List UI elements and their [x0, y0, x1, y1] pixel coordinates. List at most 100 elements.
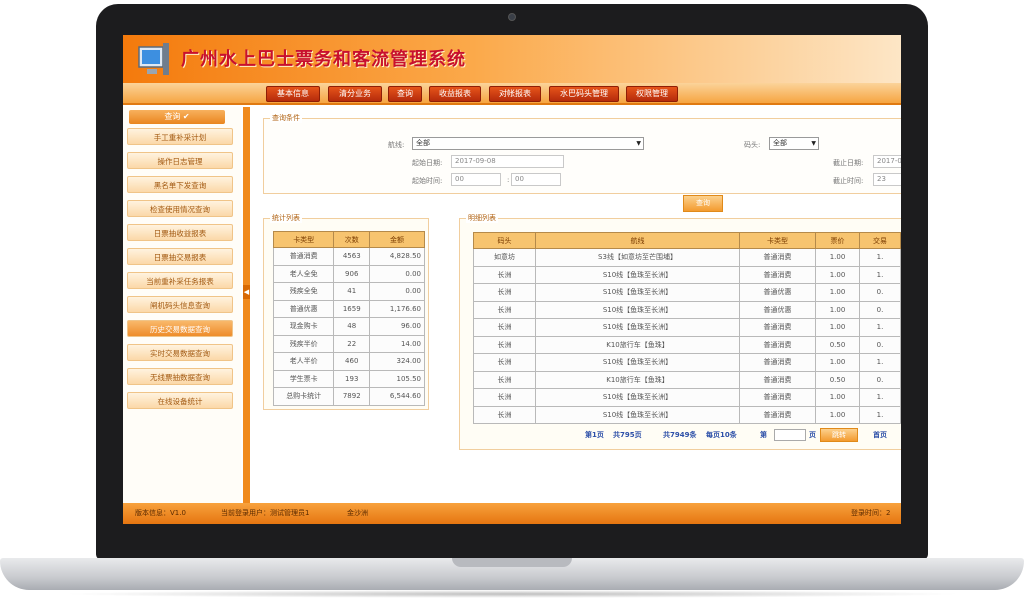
sidebar-item-realtime-transactions[interactable]: 实时交易数据查询 [127, 344, 233, 361]
first-page-link[interactable]: 首页 [873, 430, 887, 440]
app-header: 广州水上巴士票务和客流管理系统 [123, 35, 901, 83]
table-row[interactable]: 长洲 S10线【鱼珠至长洲】 普通消费 1.00 1. [473, 388, 901, 407]
route-select[interactable]: 全部 ▼ [412, 137, 644, 150]
sidebar-item-operation-log[interactable]: 操作日志管理 [127, 152, 233, 169]
table-row[interactable]: 长洲 S10线【鱼珠至长洲】 普通消费 1.00 1. [473, 405, 901, 424]
sidebar-header[interactable]: 查询 ✔ [129, 110, 225, 124]
sidebar: 查询 ✔ 手工重补采计划 操作日志管理 黑名单下发查询 检查使用情况查询 日票抽… [123, 107, 241, 503]
go-page-button[interactable]: 跳转 [820, 428, 858, 442]
table-row[interactable]: 总购卡统计 7892 6,544.60 [272, 387, 425, 406]
table-row[interactable]: 长洲 S10线【鱼珠至长洲】 普通消费 1.00 1. [473, 353, 901, 372]
query-button[interactable]: 查询 [683, 195, 723, 212]
table-cell: 长洲 [473, 335, 536, 354]
table-row[interactable]: 普通优惠 1659 1,176.60 [272, 299, 425, 318]
table-cell: 长洲 [473, 265, 536, 284]
nav-query[interactable]: 查询 [388, 86, 422, 102]
sidebar-item-gate-pier-info[interactable]: 闸机码头信息查询 [127, 296, 233, 313]
table-cell: 48 [333, 317, 371, 336]
table-cell: 1.00 [815, 318, 860, 337]
table-cell: 普通消费 [272, 247, 335, 266]
table-cell: 1. [859, 405, 901, 424]
pier-select-value: 全部 [773, 139, 787, 147]
pager-total-records: 共7949条 [663, 431, 697, 439]
table-cell: 0.50 [815, 370, 860, 389]
sidebar-item-history-transactions[interactable]: 历史交易数据查询 [127, 320, 233, 337]
table-row[interactable]: 残疾全免 41 0.00 [272, 282, 425, 301]
table-cell: 学生票卡 [272, 369, 335, 388]
nav-permission-management[interactable]: 权限管理 [626, 86, 678, 102]
pier-select[interactable]: 全部 ▼ [769, 137, 819, 150]
nav-reconciliation-report[interactable]: 对帐报表 [489, 86, 541, 102]
table-cell: 长洲 [473, 318, 536, 337]
table-cell: 普通消费 [739, 370, 816, 389]
table-cell: 22 [333, 334, 371, 353]
table-row[interactable]: 长洲 S10线【鱼珠至长洲】 普通消费 1.00 1. [473, 318, 901, 337]
sidebar-item-blacklist[interactable]: 黑名单下发查询 [127, 176, 233, 193]
end-hour-field[interactable]: 23 [873, 173, 901, 186]
page-number-input[interactable] [774, 429, 806, 441]
table-cell: 普通优惠 [739, 300, 816, 319]
status-login-time: 登录时间：2 [851, 509, 891, 517]
table-row[interactable]: 长洲 S10线【鱼珠至长洲】 普通消费 1.00 1. [473, 265, 901, 284]
sidebar-item-daily-revenue[interactable]: 日票抽收益报表 [127, 224, 233, 241]
query-panel: 查询条件 航线: 全部 ▼ 码头: 全部 ▼ 起始日期: 2017-09-08 … [263, 113, 901, 194]
table-cell: 0.50 [815, 335, 860, 354]
sidebar-item-recollect-task[interactable]: 当前重补采任务报表 [127, 272, 233, 289]
table-cell: 普通消费 [739, 248, 816, 267]
table-cell: 老人半价 [272, 352, 335, 371]
end-date-field[interactable]: 2017-0 [873, 155, 901, 168]
detail-header-card-type: 卡类型 [739, 232, 816, 249]
table-cell: 现金购卡 [272, 317, 335, 336]
table-cell: 长洲 [473, 283, 536, 302]
sidebar-header-label: 查询 [164, 112, 181, 121]
table-row[interactable]: 老人全免 906 0.00 [272, 264, 425, 283]
table-cell: 老人全免 [272, 264, 335, 283]
detail-legend: 明细列表 [466, 213, 498, 223]
table-row[interactable]: 老人半价 460 324.00 [272, 352, 425, 371]
table-row[interactable]: 如意坊 S3线【如意坊至芒围埔】 普通消费 1.00 1. [473, 248, 901, 267]
table-row[interactable]: 学生票卡 193 105.50 [272, 369, 425, 388]
table-row[interactable]: 长洲 K10旅行车【鱼珠】 普通消费 0.50 0. [473, 370, 901, 389]
nav-revenue-report[interactable]: 收益报表 [429, 86, 481, 102]
table-cell: 普通优惠 [739, 283, 816, 302]
table-cell: 长洲 [473, 388, 536, 407]
table-cell: 105.50 [369, 369, 425, 388]
sidebar-item-manual-recollect[interactable]: 手工重补采计划 [127, 128, 233, 145]
stats-header-card-type: 卡类型 [272, 231, 335, 248]
sidebar-item-daily-transaction[interactable]: 日票抽交易报表 [127, 248, 233, 265]
table-cell: 长洲 [473, 405, 536, 424]
table-cell: 6,544.60 [369, 387, 425, 406]
collapse-arrow-icon[interactable]: ◀ [243, 285, 250, 299]
pager-goto-label: 第 [760, 431, 767, 439]
start-date-field[interactable]: 2017-09-08 [451, 155, 564, 168]
nav-pier-management[interactable]: 水巴码头管理 [549, 86, 619, 102]
laptop-notch [452, 558, 572, 567]
detail-header-route: 航线 [535, 232, 740, 249]
table-row[interactable]: 残疾半价 22 14.00 [272, 334, 425, 353]
dropdown-arrow-icon: ▼ [811, 140, 816, 147]
detail-header-transaction: 交易 [859, 232, 901, 249]
app-title: 广州水上巴士票务和客流管理系统 [181, 49, 466, 70]
table-cell: 1.00 [815, 283, 860, 302]
table-cell: 0. [859, 335, 901, 354]
table-cell: 96.00 [369, 317, 425, 336]
start-hour-field[interactable]: 00 [451, 173, 501, 186]
nav-basic-info[interactable]: 基本信息 [266, 86, 320, 102]
table-row[interactable]: 现金购卡 48 96.00 [272, 317, 425, 336]
table-cell: 4,828.50 [369, 247, 425, 266]
table-cell: S10线【鱼珠至长洲】 [535, 405, 740, 424]
table-cell: 1. [859, 318, 901, 337]
sidebar-item-wireless-data[interactable]: 无线票抽数据查询 [127, 368, 233, 385]
start-minute-field[interactable]: 00 [511, 173, 561, 186]
stats-header-count: 次数 [333, 231, 371, 248]
table-row[interactable]: 普通消费 4563 4,828.50 [272, 247, 425, 266]
nav-clearing[interactable]: 清分业务 [328, 86, 382, 102]
table-cell: 普通消费 [739, 353, 816, 372]
sidebar-item-inspection-usage[interactable]: 检查使用情况查询 [127, 200, 233, 217]
pier-label: 码头: [744, 141, 761, 149]
table-cell: 906 [333, 264, 371, 283]
table-row[interactable]: 长洲 S10线【鱼珠至长洲】 普通优惠 1.00 0. [473, 300, 901, 319]
sidebar-item-online-devices[interactable]: 在线设备统计 [127, 392, 233, 409]
table-row[interactable]: 长洲 K10旅行车【鱼珠】 普通消费 0.50 0. [473, 335, 901, 354]
table-row[interactable]: 长洲 S10线【鱼珠至长洲】 普通优惠 1.00 0. [473, 283, 901, 302]
